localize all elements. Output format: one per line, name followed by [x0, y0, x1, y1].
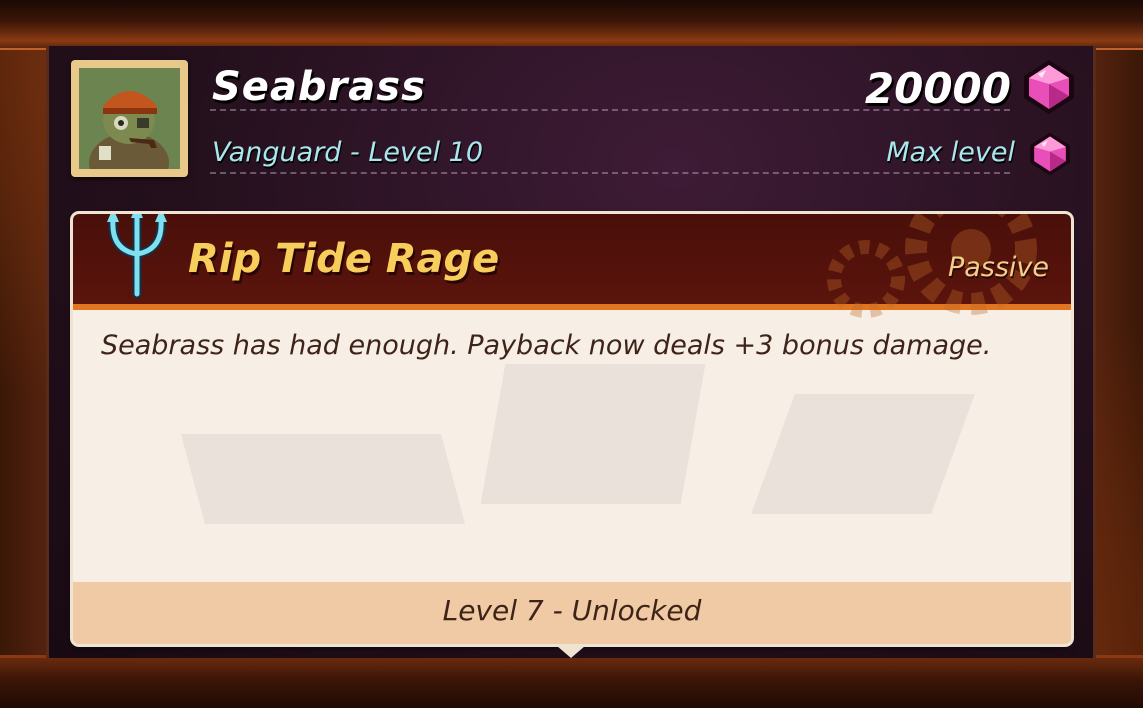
- hero-class-level: Vanguard - Level 10: [212, 137, 484, 168]
- skill-type: Passive: [947, 252, 1049, 283]
- hero-name: Seabrass: [212, 64, 426, 110]
- divider-line: [210, 172, 1010, 174]
- max-level-label: Max level: [886, 137, 1015, 168]
- gem-icon: [1020, 58, 1078, 120]
- upgrade-cost: 20000: [864, 64, 1011, 113]
- skill-card: Rip Tide Rage Passive Seabrass has had e…: [73, 214, 1071, 644]
- hero-portrait[interactable]: [71, 60, 188, 177]
- skill-header: Rip Tide Rage Passive: [73, 214, 1071, 318]
- unlock-status: Level 7 - Unlocked: [73, 582, 1071, 644]
- skill-description: Seabrass has had enough. Payback now dea…: [101, 330, 992, 361]
- background-shard: [751, 394, 975, 514]
- trident-icon: [97, 214, 177, 306]
- card-pointer: [557, 646, 585, 658]
- seabrass-portrait-icon: [79, 68, 180, 169]
- skill-name: Rip Tide Rage: [188, 236, 500, 282]
- frame-bottom-bar: [0, 655, 1143, 708]
- background-shard: [180, 434, 466, 524]
- gem-icon: [1027, 131, 1073, 181]
- background-shard: [480, 364, 706, 504]
- frame-top-bar: [0, 0, 1143, 50]
